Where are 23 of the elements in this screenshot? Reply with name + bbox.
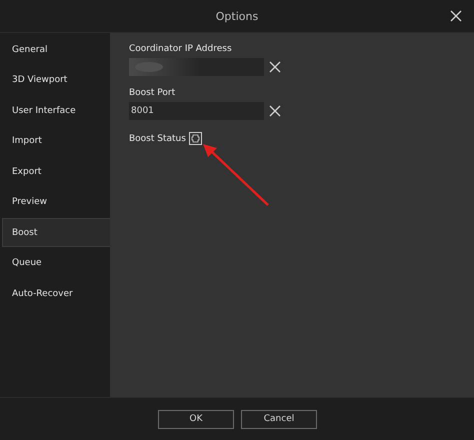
close-icon [269,61,281,73]
sidebar-item[interactable]: User Interface [2,96,110,125]
sidebar-item[interactable]: 3D Viewport [2,66,110,94]
clear-button[interactable] [268,60,282,74]
close-icon [269,105,281,117]
input-field[interactable]: 8001 [129,102,264,120]
input-field[interactable] [129,58,264,76]
sidebar-item[interactable]: General [2,35,110,64]
dialog-button[interactable]: Cancel [241,410,317,428]
close-icon [450,10,462,22]
sidebar-item[interactable]: Queue [2,248,110,278]
dialog-button[interactable]: OK [158,410,234,428]
clear-button[interactable] [268,104,282,118]
window-title: Options [216,10,258,22]
field-label: Coordinator IP Address [129,44,233,54]
sidebar-item[interactable]: Export [2,157,110,186]
sidebar-item[interactable]: Auto-Recover [2,279,110,308]
status-icon [188,132,202,145]
field-label: Boost Port [129,88,176,98]
status-label: Boost Status [129,134,186,144]
sidebar-item[interactable]: Boost [2,218,110,247]
sidebar-item[interactable]: Import [2,126,110,156]
sidebar-item[interactable]: Preview [2,188,110,216]
